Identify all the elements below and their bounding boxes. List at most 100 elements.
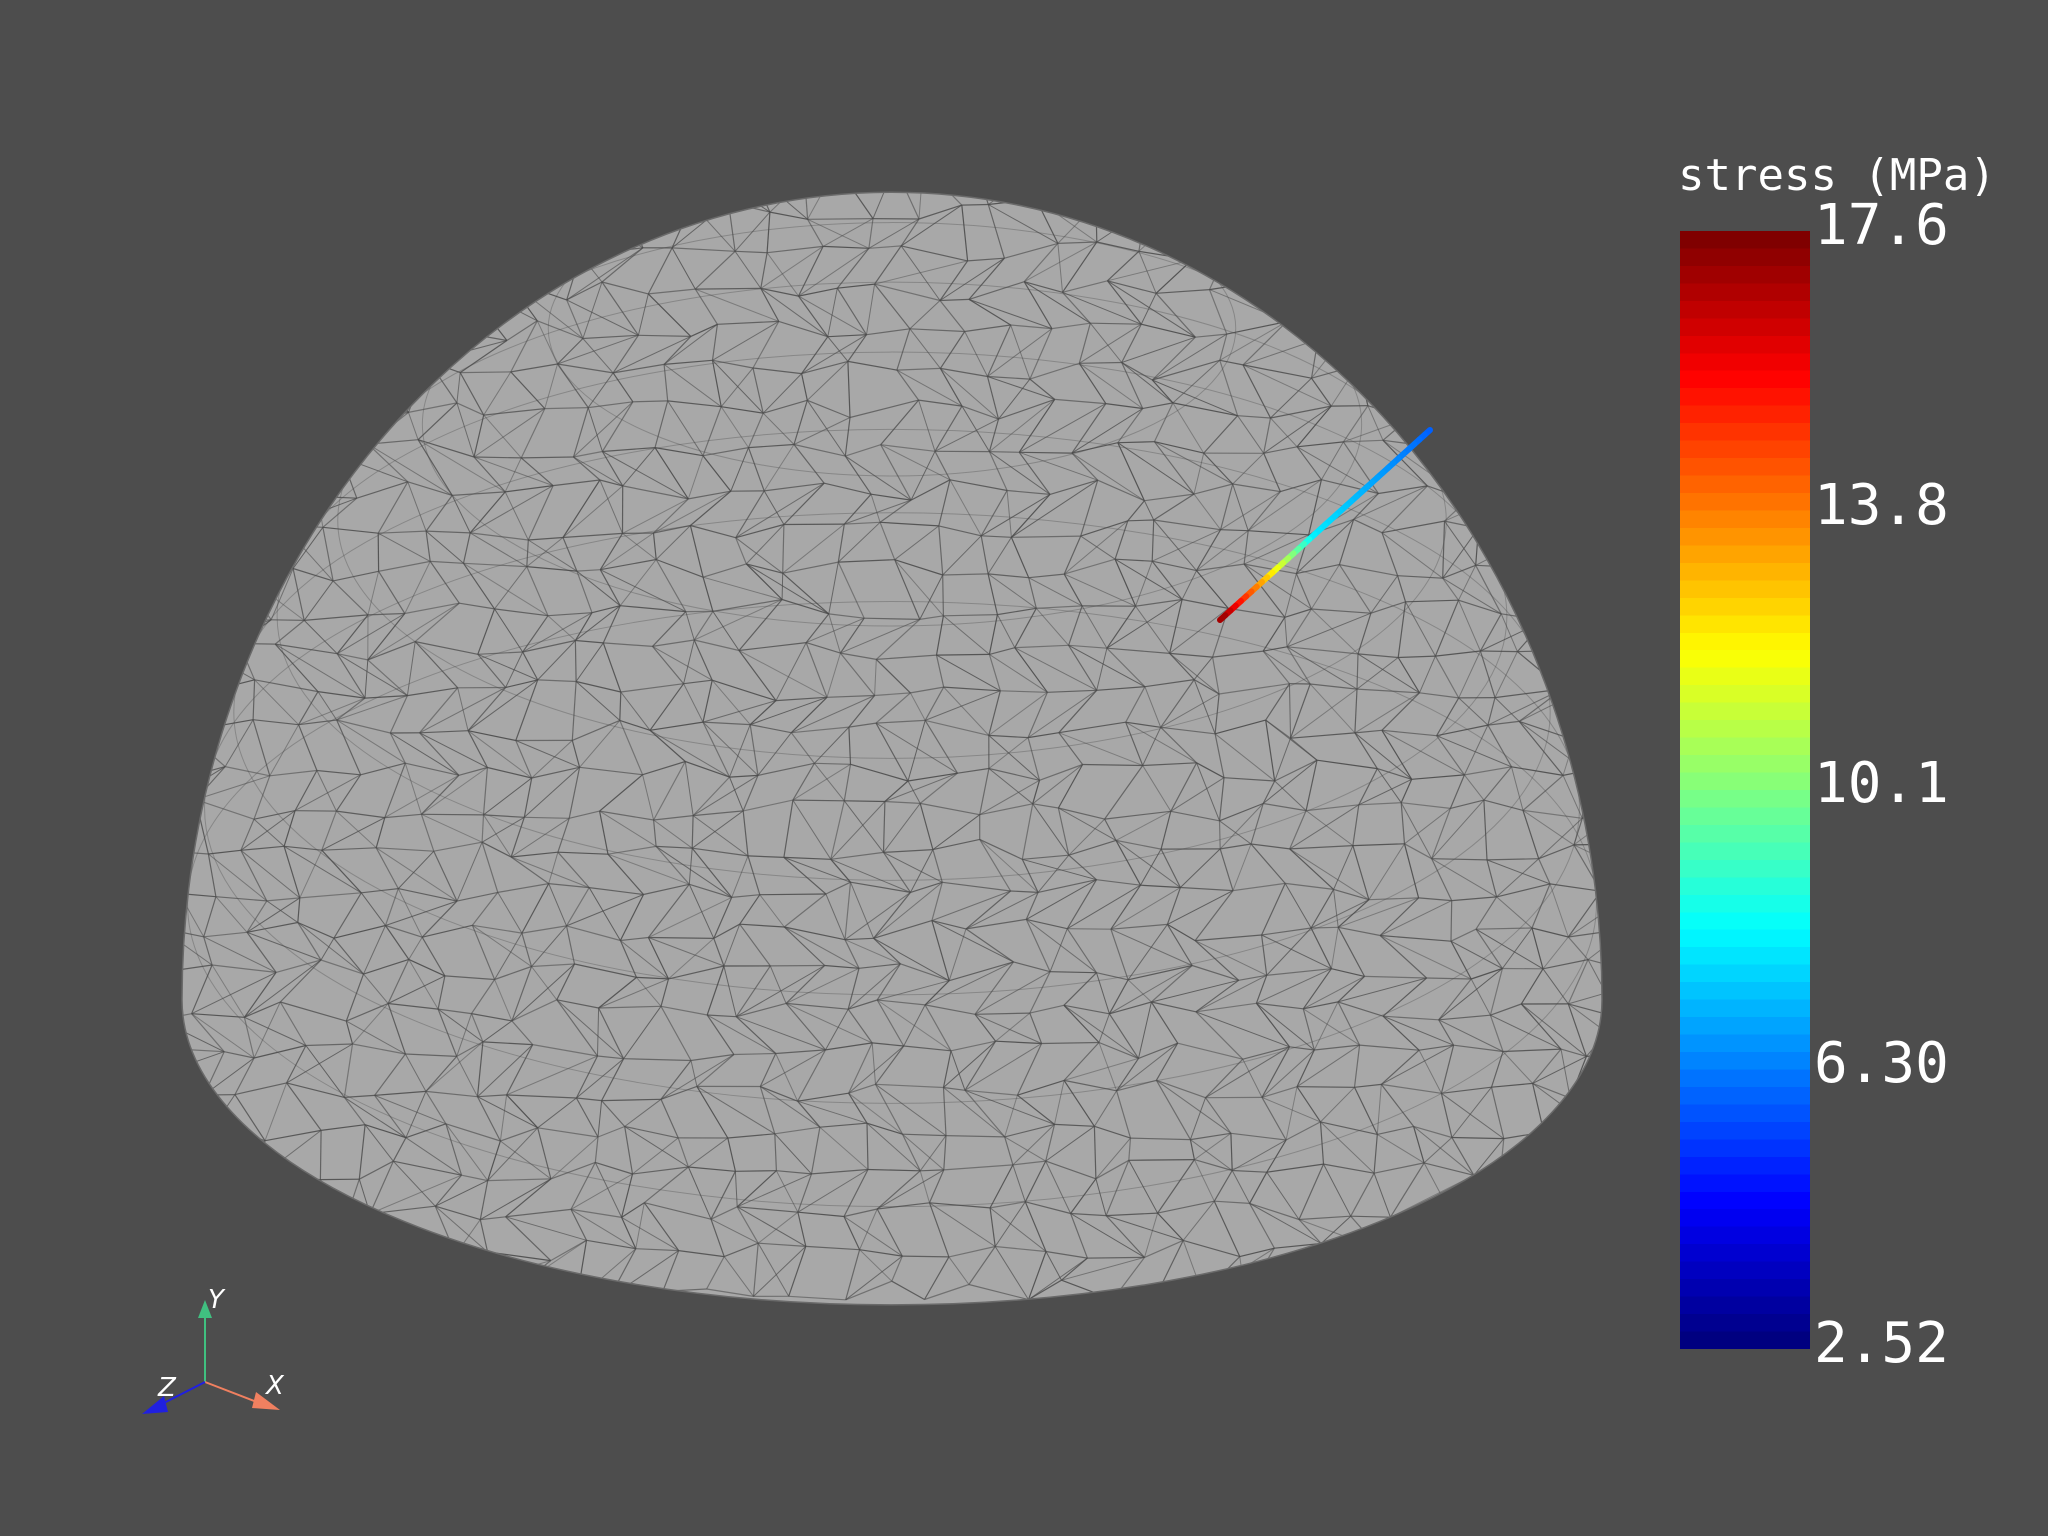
- mesh-edge: [299, 279, 316, 334]
- mesh-edge: [461, 278, 508, 282]
- mesh-edge: [182, 574, 216, 622]
- mesh-edge: [335, 375, 365, 421]
- mesh-edge: [182, 733, 185, 779]
- mesh-edge: [182, 254, 225, 257]
- mesh-edge: [1545, 483, 1598, 490]
- mesh-edge: [340, 291, 413, 342]
- mesh-edge: [1465, 323, 1499, 340]
- mesh-edge: [434, 164, 469, 174]
- mesh-edge: [237, 332, 316, 376]
- mesh-edge: [1573, 683, 1596, 741]
- mesh-edge: [1498, 220, 1503, 252]
- mesh-edge: [1626, 737, 1633, 770]
- mesh-edge: [250, 407, 271, 454]
- mesh-edge: [1562, 650, 1564, 690]
- mesh-edge: [144, 1080, 170, 1141]
- mesh-edge: [299, 259, 302, 280]
- mesh-edge: [1561, 1250, 1602, 1252]
- mesh-edge: [160, 928, 161, 973]
- mesh-edge: [1611, 319, 1648, 373]
- mesh-edge: [1466, 499, 1479, 529]
- mesh-edge: [1156, 1293, 1203, 1297]
- mesh-edge: [1421, 246, 1432, 300]
- mesh-edge: [433, 192, 504, 219]
- mesh-edge: [444, 192, 470, 208]
- mesh-edge: [362, 298, 387, 339]
- mesh-edge: [182, 409, 225, 418]
- mesh-edge: [190, 192, 266, 215]
- mesh-edge: [182, 1209, 184, 1220]
- mesh-edge: [460, 281, 508, 341]
- mesh-edge: [1526, 448, 1546, 485]
- mesh-edge: [182, 295, 205, 300]
- mesh-edge: [576, 1297, 610, 1301]
- mesh-edge: [895, 166, 923, 167]
- mesh-edge: [405, 206, 445, 209]
- mesh-edge: [1308, 1279, 1358, 1285]
- mesh-edge: [218, 329, 239, 375]
- mesh-edge: [264, 239, 302, 260]
- mesh-edge: [1240, 192, 1266, 205]
- mesh-edge: [1019, 451, 1072, 454]
- mesh-edge: [1163, 192, 1191, 205]
- mesh-edge: [328, 1252, 345, 1294]
- mesh-edge: [1075, 192, 1097, 205]
- mesh-edge: [244, 525, 284, 530]
- mesh-edge: [1501, 250, 1546, 256]
- mesh-edge: [362, 203, 406, 208]
- mesh-edge: [363, 374, 386, 421]
- mesh-edge: [237, 374, 315, 421]
- mesh-edge: [1408, 413, 1471, 420]
- mesh-edge: [1470, 413, 1474, 454]
- render-viewport[interactable]: Y X Z stress (MPa) 17.6 13.8 10.1 6.30 2…: [0, 0, 2048, 1536]
- mesh-edge: [530, 216, 581, 256]
- mesh-edge: [568, 192, 577, 209]
- mesh-edge: [1411, 319, 1438, 372]
- mesh-edge: [264, 192, 285, 215]
- mesh-edge: [1229, 204, 1242, 244]
- mesh-edge: [1587, 296, 1602, 320]
- mesh-edge: [237, 334, 268, 376]
- mesh-edge: [221, 210, 225, 255]
- mesh-edge: [575, 200, 625, 209]
- hemisphere-mesh[interactable]: [182, 192, 1602, 1305]
- mesh-edge: [1585, 769, 1602, 772]
- mesh-edge: [182, 1170, 184, 1220]
- mesh-edge: [204, 298, 268, 336]
- mesh-edge: [343, 1252, 407, 1261]
- mesh-edge: [1637, 211, 1649, 248]
- mesh-edge: [232, 566, 272, 621]
- mesh-edge: [1296, 192, 1357, 220]
- mesh-edge: [182, 574, 183, 609]
- mesh-edge: [569, 169, 621, 177]
- colorbar-gradient[interactable]: [1680, 231, 1810, 1349]
- mesh-edge: [299, 371, 315, 421]
- mesh-edge: [247, 192, 266, 215]
- mesh-edge: [1600, 843, 1602, 892]
- mesh-edge: [406, 1259, 422, 1295]
- mesh-edge: [182, 212, 183, 257]
- mesh-edge: [158, 328, 169, 372]
- mesh-edge: [1230, 242, 1268, 282]
- mesh-edge: [264, 213, 302, 260]
- mesh-edge: [478, 1260, 551, 1282]
- mesh-edge: [185, 525, 246, 530]
- mesh-edge: [1561, 416, 1602, 422]
- mesh-edge: [1500, 1170, 1560, 1177]
- mesh-edge: [203, 298, 220, 331]
- mesh-edge: [214, 1123, 230, 1175]
- mesh-edge: [1528, 363, 1562, 418]
- mesh-edge: [1273, 218, 1328, 251]
- mesh-edge: [623, 200, 644, 249]
- mesh-edge: [502, 218, 509, 261]
- mesh-edge: [1035, 192, 1077, 200]
- mesh-edge: [319, 1244, 345, 1254]
- mesh-edge: [1104, 192, 1146, 211]
- mesh-edge: [336, 374, 386, 377]
- colorbar-tick-label: 17.6: [1814, 193, 1949, 258]
- mesh-edge: [300, 258, 342, 293]
- mesh-edge: [343, 1217, 348, 1253]
- mesh-edge: [1582, 810, 1602, 819]
- mesh-edge: [1616, 446, 1633, 492]
- mesh-edge: [1428, 1258, 1470, 1290]
